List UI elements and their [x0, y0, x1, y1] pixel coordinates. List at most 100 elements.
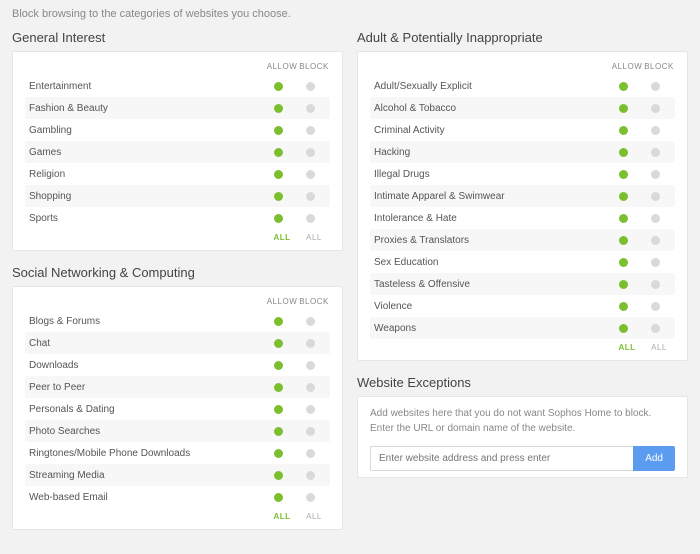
- block-radio[interactable]: [306, 383, 315, 392]
- allow-radio[interactable]: [619, 82, 628, 91]
- category-label: Web-based Email: [29, 492, 262, 503]
- block-radio[interactable]: [306, 471, 315, 480]
- block-radio[interactable]: [651, 126, 660, 135]
- category-row: Downloads: [25, 354, 330, 376]
- category-label: Streaming Media: [29, 470, 262, 481]
- category-label: Proxies & Translators: [374, 235, 607, 246]
- block-radio[interactable]: [306, 427, 315, 436]
- allow-radio[interactable]: [274, 192, 283, 201]
- block-radio[interactable]: [651, 302, 660, 311]
- allow-radio[interactable]: [619, 104, 628, 113]
- category-row: Adult/Sexually Explicit: [370, 75, 675, 97]
- block-radio[interactable]: [306, 405, 315, 414]
- allow-radio[interactable]: [619, 302, 628, 311]
- allow-radio[interactable]: [274, 405, 283, 414]
- header-allow: ALLOW: [611, 62, 643, 71]
- allow-radio[interactable]: [274, 361, 283, 370]
- block-radio[interactable]: [651, 258, 660, 267]
- allow-radio[interactable]: [274, 214, 283, 223]
- all-allow-button[interactable]: ALL: [266, 233, 298, 242]
- block-radio[interactable]: [651, 82, 660, 91]
- allow-radio[interactable]: [619, 258, 628, 267]
- block-radio[interactable]: [651, 214, 660, 223]
- allow-radio[interactable]: [619, 192, 628, 201]
- category-label: Downloads: [29, 360, 262, 371]
- block-radio[interactable]: [306, 82, 315, 91]
- category-row: Sports: [25, 207, 330, 229]
- card-social: ALLOW BLOCK Blogs & ForumsChatDownloadsP…: [12, 286, 343, 530]
- category-row: Tasteless & Offensive: [370, 273, 675, 295]
- category-label: Blogs & Forums: [29, 316, 262, 327]
- block-radio[interactable]: [651, 170, 660, 179]
- columns: General Interest ALLOW BLOCK Entertainme…: [0, 24, 700, 554]
- block-radio[interactable]: [306, 214, 315, 223]
- block-radio[interactable]: [306, 361, 315, 370]
- category-row: Alcohol & Tobacco: [370, 97, 675, 119]
- allow-radio[interactable]: [274, 317, 283, 326]
- allow-radio[interactable]: [274, 493, 283, 502]
- all-block-button[interactable]: ALL: [643, 343, 675, 352]
- block-radio[interactable]: [306, 449, 315, 458]
- allow-radio[interactable]: [274, 170, 283, 179]
- allow-radio[interactable]: [274, 82, 283, 91]
- add-button[interactable]: Add: [633, 446, 675, 471]
- allow-radio[interactable]: [619, 170, 628, 179]
- allow-radio[interactable]: [274, 104, 283, 113]
- allow-radio[interactable]: [619, 214, 628, 223]
- header-allow: ALLOW: [266, 62, 298, 71]
- category-row: Streaming Media: [25, 464, 330, 486]
- allow-radio[interactable]: [619, 236, 628, 245]
- category-label: Intolerance & Hate: [374, 213, 607, 224]
- allow-radio[interactable]: [619, 126, 628, 135]
- exceptions-input[interactable]: [370, 446, 633, 471]
- allow-radio[interactable]: [619, 324, 628, 333]
- all-allow-button[interactable]: ALL: [611, 343, 643, 352]
- block-radio[interactable]: [651, 236, 660, 245]
- block-radio[interactable]: [306, 339, 315, 348]
- category-label: Alcohol & Tobacco: [374, 103, 607, 114]
- block-radio[interactable]: [651, 324, 660, 333]
- category-row: Intolerance & Hate: [370, 207, 675, 229]
- category-label: Peer to Peer: [29, 382, 262, 393]
- allow-radio[interactable]: [274, 427, 283, 436]
- allow-radio[interactable]: [274, 148, 283, 157]
- allow-radio[interactable]: [274, 449, 283, 458]
- left-column: General Interest ALLOW BLOCK Entertainme…: [12, 24, 343, 544]
- category-row: Ringtones/Mobile Phone Downloads: [25, 442, 330, 464]
- card-footer: ALL ALL: [25, 508, 330, 523]
- block-radio[interactable]: [306, 148, 315, 157]
- allow-radio[interactable]: [274, 126, 283, 135]
- block-radio[interactable]: [306, 170, 315, 179]
- category-row: Weapons: [370, 317, 675, 339]
- all-block-button[interactable]: ALL: [298, 233, 330, 242]
- section-title-exceptions: Website Exceptions: [357, 375, 688, 390]
- block-radio[interactable]: [306, 126, 315, 135]
- all-allow-button[interactable]: ALL: [266, 512, 298, 521]
- category-label: Personals & Dating: [29, 404, 262, 415]
- allow-radio[interactable]: [274, 339, 283, 348]
- block-radio[interactable]: [651, 280, 660, 289]
- category-label: Ringtones/Mobile Phone Downloads: [29, 448, 262, 459]
- category-row: Games: [25, 141, 330, 163]
- category-label: Entertainment: [29, 81, 262, 92]
- allow-radio[interactable]: [274, 383, 283, 392]
- all-block-button[interactable]: ALL: [298, 512, 330, 521]
- rows-social: Blogs & ForumsChatDownloadsPeer to PeerP…: [25, 310, 330, 508]
- block-radio[interactable]: [306, 192, 315, 201]
- category-label: Gambling: [29, 125, 262, 136]
- allow-radio[interactable]: [619, 148, 628, 157]
- category-row: Intimate Apparel & Swimwear: [370, 185, 675, 207]
- allow-radio[interactable]: [619, 280, 628, 289]
- section-title-social: Social Networking & Computing: [12, 265, 343, 280]
- block-radio[interactable]: [651, 104, 660, 113]
- block-radio[interactable]: [306, 317, 315, 326]
- category-row: Fashion & Beauty: [25, 97, 330, 119]
- block-radio[interactable]: [651, 192, 660, 201]
- block-radio[interactable]: [651, 148, 660, 157]
- section-title-general: General Interest: [12, 30, 343, 45]
- block-radio[interactable]: [306, 104, 315, 113]
- block-radio[interactable]: [306, 493, 315, 502]
- card-adult: ALLOW BLOCK Adult/Sexually Explicit Alcoh…: [357, 51, 688, 361]
- card-header: ALLOW BLOCK: [370, 62, 675, 75]
- allow-radio[interactable]: [274, 471, 283, 480]
